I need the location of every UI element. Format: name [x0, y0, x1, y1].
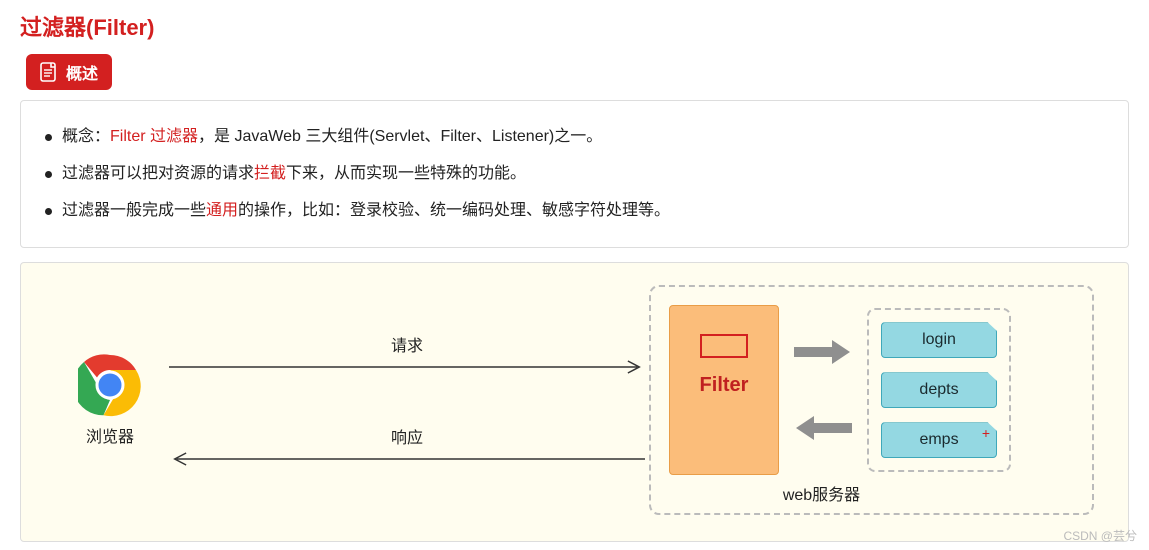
bullet-highlight: Filter 过滤器: [110, 128, 198, 145]
server-box: Filter login depts emps + web服务器: [649, 285, 1094, 515]
bullet-suffix: 的操作，比如：登录校验、统一编码处理、敏感字符处理等。: [238, 202, 670, 219]
bullet-suffix: 下来，从而实现一些特殊的功能。: [286, 165, 526, 182]
overview-card: 概念：Filter 过滤器，是 JavaWeb 三大组件(Servlet、Fil…: [20, 100, 1129, 248]
plus-icon: +: [982, 425, 990, 441]
bullet-item: 过滤器可以把对资源的请求拦截下来，从而实现一些特殊的功能。: [45, 160, 1104, 189]
bullet-prefix: 过滤器可以把对资源的请求: [62, 165, 254, 182]
browser-block: 浏览器: [55, 353, 165, 447]
watermark: CSDN @芸兮: [1063, 527, 1137, 544]
route-emps: emps +: [881, 422, 997, 458]
bullet-icon: [45, 134, 52, 141]
filter-box: Filter: [669, 305, 779, 475]
arrow-right-icon: [169, 358, 645, 376]
filter-slot-icon: [700, 334, 748, 358]
arrow-thick-left-icon: [794, 414, 852, 442]
bullet-prefix: 概念：: [62, 128, 110, 145]
server-label: web服务器: [569, 481, 1074, 505]
response-label: 响应: [391, 424, 423, 448]
diagram-card: 浏览器 请求 响应 Filter: [20, 262, 1129, 542]
route-login: login: [881, 322, 997, 358]
arrows-column: 请求 响应: [165, 318, 649, 482]
chrome-icon: [78, 353, 142, 417]
inner-arrows: [793, 338, 853, 442]
bullet-highlight: 拦截: [254, 165, 286, 182]
routes-box: login depts emps +: [867, 308, 1011, 472]
document-icon: [40, 62, 58, 82]
bullet-item: 过滤器一般完成一些通用的操作，比如：登录校验、统一编码处理、敏感字符处理等。: [45, 197, 1104, 226]
route-depts: depts: [881, 372, 997, 408]
bullet-icon: [45, 208, 52, 215]
bullet-highlight: 通用: [206, 202, 238, 219]
section-badge: 概述: [26, 54, 112, 90]
request-arrow-group: 请求: [169, 332, 645, 376]
request-label: 请求: [391, 332, 423, 356]
browser-label: 浏览器: [86, 423, 134, 447]
bullet-item: 概念：Filter 过滤器，是 JavaWeb 三大组件(Servlet、Fil…: [45, 123, 1104, 152]
bullet-prefix: 过滤器一般完成一些: [62, 202, 206, 219]
filter-label: Filter: [700, 374, 749, 397]
arrow-thick-right-icon: [794, 338, 852, 366]
section-badge-label: 概述: [66, 60, 98, 84]
response-arrow-group: 响应: [169, 424, 645, 468]
bullet-suffix: ，是 JavaWeb 三大组件(Servlet、Filter、Listener)…: [198, 128, 602, 145]
bullet-icon: [45, 171, 52, 178]
arrow-left-icon: [169, 450, 645, 468]
page-title: 过滤器(Filter): [20, 10, 1129, 42]
